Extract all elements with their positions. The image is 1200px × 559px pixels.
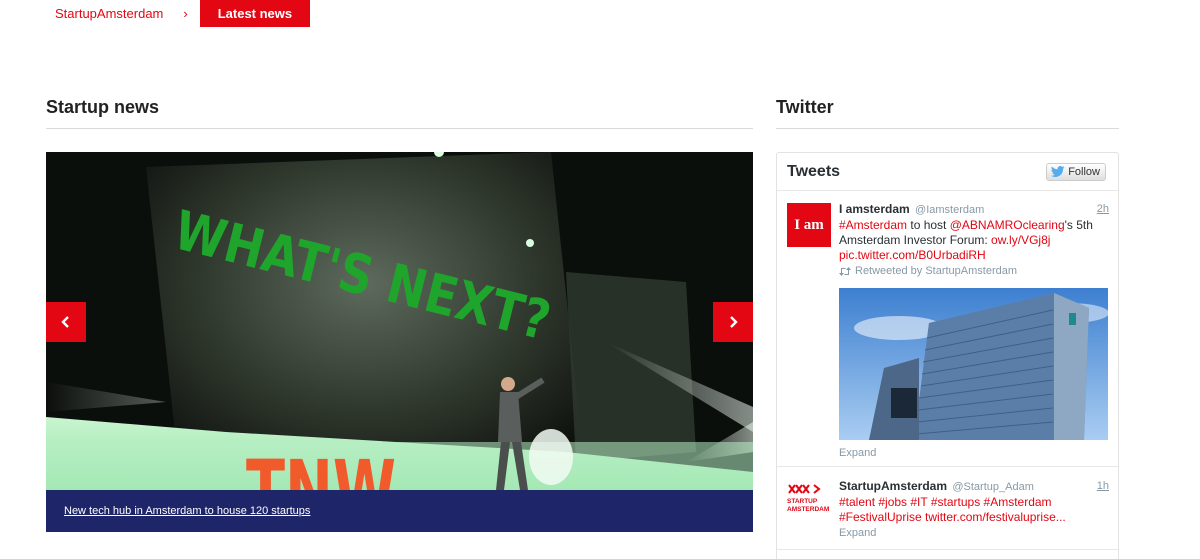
avatar[interactable]: STARTUP AMSTERDAM: [787, 483, 831, 527]
retweeted-by-text: Retweeted by StartupAmsterdam: [855, 265, 1018, 277]
slider-next-button[interactable]: [713, 302, 753, 342]
tweet-media-image[interactable]: [839, 288, 1108, 440]
tweet-timestamp[interactable]: 2h: [1097, 202, 1109, 217]
avatar[interactable]: I am: [787, 203, 831, 247]
tweet-item[interactable]: I am I amsterdam @Iamsterdam 2h #Amsterd…: [787, 202, 1109, 467]
svg-text:STARTUP: STARTUP: [787, 498, 818, 505]
follow-button[interactable]: Follow: [1046, 162, 1106, 181]
tweet-expand-link[interactable]: Expand: [839, 526, 1109, 541]
tweet-text: #Amsterdam to host @ABNAMROclearing's 5t…: [839, 218, 1109, 263]
news-slider[interactable]: WHAT'S NEXT? TNW New tech hub in Amsterd…: [46, 152, 753, 532]
tweet-mention[interactable]: @ABNAMROclearing: [950, 218, 1065, 232]
tweet-author-name[interactable]: I amsterdam: [839, 202, 910, 216]
breadcrumb-home-link[interactable]: StartupAmsterdam: [55, 6, 163, 21]
slide-caption-link[interactable]: New tech hub in Amsterdam to house 120 s…: [64, 505, 310, 517]
tweet-divider: [777, 466, 1118, 467]
chevron-left-icon: [61, 316, 69, 328]
retweet-icon: [839, 267, 851, 276]
twitter-section-title: Twitter: [776, 97, 834, 117]
twitter-widget-title: Tweets: [787, 162, 841, 180]
slide-caption: New tech hub in Amsterdam to house 120 s…: [46, 490, 753, 532]
tweet-link[interactable]: ow.ly/VGj8j: [991, 233, 1050, 247]
twitter-widget-header: Tweets Follow: [777, 153, 1118, 191]
tweet-divider: [777, 549, 1118, 550]
breadcrumb-current[interactable]: Latest news: [199, 0, 311, 27]
svg-text:AMSTERDAM: AMSTERDAM: [787, 506, 829, 513]
tweet-text-segment: to host: [907, 218, 950, 232]
follow-button-label: Follow: [1068, 165, 1100, 178]
news-section-divider: [46, 128, 753, 129]
tweet-expand-link[interactable]: Expand: [839, 446, 1109, 461]
slider-prev-button[interactable]: [46, 302, 86, 342]
twitter-bird-icon: [1051, 166, 1065, 177]
slide-image[interactable]: WHAT'S NEXT? TNW: [46, 152, 753, 532]
tweet-media-link[interactable]: pic.twitter.com/B0UrbadiRH: [839, 248, 986, 262]
twitter-timeline-widget: Tweets Follow I am I amsterdam @Iamsterd…: [776, 152, 1119, 559]
breadcrumb: StartupAmsterdam › Latest news: [46, 0, 311, 27]
tweet-hashtag[interactable]: #Amsterdam: [839, 218, 907, 232]
news-section-title: Startup news: [46, 97, 160, 117]
tweet-author-handle[interactable]: @Startup_Adam: [952, 481, 1034, 493]
tweet-timestamp[interactable]: 1h: [1097, 479, 1109, 494]
startupamsterdam-logo-icon: STARTUP AMSTERDAM: [787, 484, 829, 513]
twitter-section-divider: [776, 128, 1119, 129]
chevron-right-icon: ›: [183, 6, 188, 21]
tweet-author-name[interactable]: StartupAmsterdam: [839, 479, 947, 493]
tweet-item[interactable]: STARTUP AMSTERDAM StartupAmsterdam @Star…: [787, 479, 1109, 549]
tweet-text[interactable]: #talent #jobs #IT #startups #Amsterdam #…: [839, 495, 1109, 525]
tweet-author-handle[interactable]: @Iamsterdam: [915, 204, 984, 216]
avatar-text: I am: [794, 216, 824, 233]
retweet-info: Retweeted by StartupAmsterdam: [839, 264, 1109, 279]
chevron-right-icon: [730, 316, 738, 328]
